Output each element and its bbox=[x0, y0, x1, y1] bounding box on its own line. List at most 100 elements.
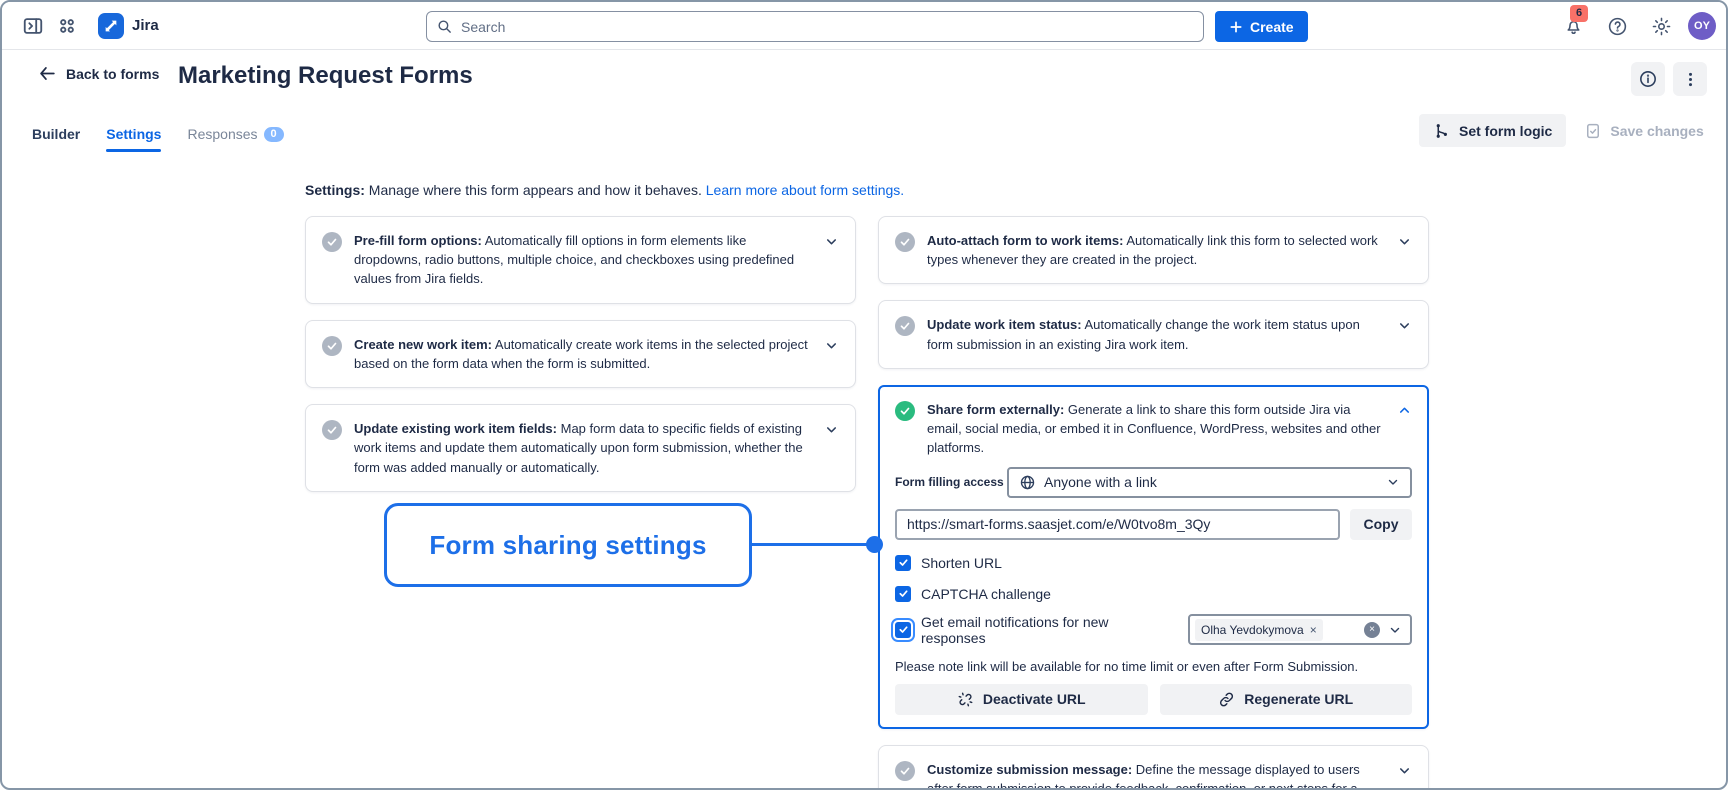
back-to-forms-link[interactable]: Back to forms bbox=[38, 64, 159, 83]
share-url-row: Copy bbox=[895, 509, 1412, 540]
chevron-down-icon[interactable] bbox=[1397, 318, 1412, 333]
card-create-new-work-item[interactable]: Create new work item: Automatically crea… bbox=[305, 320, 856, 388]
settings-intro-lead: Settings: bbox=[305, 182, 365, 198]
plus-icon bbox=[1229, 20, 1243, 34]
tab-builder[interactable]: Builder bbox=[32, 126, 80, 152]
email-notifications-checkbox[interactable] bbox=[895, 622, 911, 638]
more-options-button[interactable] bbox=[1673, 62, 1707, 96]
kebab-menu-icon bbox=[1681, 70, 1700, 89]
back-to-forms-label: Back to forms bbox=[66, 66, 159, 82]
settings-column-right: Auto-attach form to work items: Automati… bbox=[878, 216, 1429, 790]
deactivate-url-button[interactable]: Deactivate URL bbox=[895, 684, 1148, 715]
card-title: Create new work item: bbox=[354, 337, 492, 352]
settings-column-left: Pre-fill form options: Automatically fil… bbox=[305, 216, 856, 492]
sidebar-expand-icon bbox=[22, 15, 44, 37]
chevron-down-icon[interactable] bbox=[824, 234, 839, 249]
topbar-right: 6 OY bbox=[1556, 2, 1716, 50]
chevron-up-icon[interactable] bbox=[1397, 403, 1412, 418]
card-title: Update existing work item fields: bbox=[354, 421, 557, 436]
check-circle-icon bbox=[895, 316, 915, 336]
captcha-checkbox[interactable] bbox=[895, 586, 911, 602]
create-button[interactable]: Create bbox=[1215, 11, 1308, 42]
chevron-down-icon bbox=[1386, 475, 1400, 489]
access-selected-value: Anyone with a link bbox=[1044, 474, 1378, 490]
info-icon bbox=[1638, 69, 1658, 89]
copy-url-button[interactable]: Copy bbox=[1350, 509, 1412, 540]
sidebar-toggle-button[interactable] bbox=[16, 9, 50, 43]
form-toolbar: Set form logic Save changes bbox=[1419, 114, 1704, 147]
settings-button[interactable] bbox=[1644, 9, 1678, 43]
set-form-logic-label: Set form logic bbox=[1459, 123, 1552, 139]
card-auto-attach-form[interactable]: Auto-attach form to work items: Automati… bbox=[878, 216, 1429, 284]
globe-icon bbox=[1019, 474, 1036, 491]
app-switcher-button[interactable] bbox=[50, 9, 84, 43]
deactivate-url-label: Deactivate URL bbox=[983, 691, 1086, 707]
save-changes-button[interactable]: Save changes bbox=[1584, 114, 1703, 147]
help-icon bbox=[1607, 16, 1628, 37]
tab-builder-label: Builder bbox=[32, 126, 80, 142]
avatar[interactable]: OY bbox=[1688, 12, 1716, 40]
tab-settings-label: Settings bbox=[106, 126, 161, 142]
annotation-callout: Form sharing settings bbox=[384, 503, 752, 587]
branch-logic-icon bbox=[1433, 122, 1451, 140]
global-search bbox=[426, 11, 1204, 42]
shorten-url-checkbox[interactable] bbox=[895, 555, 911, 571]
link-availability-note: Please note link will be available for n… bbox=[895, 659, 1412, 674]
annotation-connector-dot bbox=[866, 536, 883, 553]
card-prefill-form-options[interactable]: Pre-fill form options: Automatically fil… bbox=[305, 216, 856, 304]
share-url-actions: Deactivate URL Regenerate URL bbox=[895, 684, 1412, 715]
card-customize-submission-message[interactable]: Customize submission message: Define the… bbox=[878, 745, 1429, 790]
remove-tag-icon[interactable]: × bbox=[1310, 624, 1317, 636]
annotation-label: Form sharing settings bbox=[429, 530, 706, 561]
regenerate-url-label: Regenerate URL bbox=[1244, 691, 1353, 707]
card-share-form-externally: Share form externally: Generate a link t… bbox=[878, 385, 1429, 729]
app-logo[interactable]: Jira bbox=[98, 13, 159, 39]
regenerate-url-button[interactable]: Regenerate URL bbox=[1160, 684, 1413, 715]
jira-logo-icon bbox=[98, 13, 124, 39]
search-input[interactable] bbox=[426, 11, 1204, 42]
check-circle-icon bbox=[322, 232, 342, 252]
app-name: Jira bbox=[132, 17, 159, 34]
card-title: Update work item status: bbox=[927, 317, 1082, 332]
check-circle-icon bbox=[895, 232, 915, 252]
form-filling-access-label: Form filling access bbox=[895, 475, 1007, 489]
tab-responses[interactable]: Responses 0 bbox=[187, 126, 283, 152]
share-url-input[interactable] bbox=[895, 509, 1340, 540]
save-document-icon bbox=[1584, 122, 1602, 140]
app-grid-icon bbox=[57, 16, 77, 36]
card-update-existing-work-item-fields[interactable]: Update existing work item fields: Map fo… bbox=[305, 404, 856, 492]
info-button[interactable] bbox=[1631, 62, 1665, 96]
link-icon bbox=[1218, 691, 1235, 708]
card-title: Customize submission message: bbox=[927, 762, 1132, 777]
shorten-url-label: Shorten URL bbox=[921, 555, 1002, 571]
help-button[interactable] bbox=[1600, 9, 1634, 43]
broken-link-icon bbox=[957, 691, 974, 708]
notifications-button[interactable]: 6 bbox=[1556, 9, 1590, 43]
chevron-down-icon[interactable] bbox=[1397, 763, 1412, 778]
clear-all-icon[interactable]: × bbox=[1364, 622, 1380, 638]
recipient-tag: Olha Yevdokymova × bbox=[1195, 619, 1323, 641]
app-window: Jira Create 6 bbox=[0, 0, 1728, 790]
header-actions bbox=[1631, 62, 1707, 96]
chevron-down-icon[interactable] bbox=[824, 422, 839, 437]
form-filling-access-select[interactable]: Anyone with a link bbox=[1007, 467, 1412, 498]
chevron-down-icon[interactable] bbox=[824, 338, 839, 353]
save-changes-label: Save changes bbox=[1610, 123, 1703, 139]
captcha-option: CAPTCHA challenge bbox=[895, 586, 1412, 602]
chevron-down-icon[interactable] bbox=[1397, 234, 1412, 249]
settings-intro-text: Manage where this form appears and how i… bbox=[369, 182, 702, 198]
page-title: Marketing Request Forms bbox=[178, 62, 473, 90]
set-form-logic-button[interactable]: Set form logic bbox=[1419, 114, 1566, 147]
check-circle-icon bbox=[322, 336, 342, 356]
card-title: Auto-attach form to work items: bbox=[927, 233, 1123, 248]
responses-count-badge: 0 bbox=[264, 127, 284, 142]
check-circle-green-icon bbox=[895, 401, 915, 421]
tab-responses-label: Responses bbox=[187, 126, 257, 142]
notification-recipients-select[interactable]: Olha Yevdokymova × × bbox=[1188, 614, 1412, 645]
annotation-connector-line bbox=[751, 543, 875, 546]
card-update-work-item-status[interactable]: Update work item status: Automatically c… bbox=[878, 300, 1429, 368]
email-notifications-option: Get email notifications for new response… bbox=[895, 614, 1412, 646]
tab-settings[interactable]: Settings bbox=[106, 126, 161, 152]
learn-more-link[interactable]: Learn more about form settings. bbox=[706, 182, 904, 198]
form-filling-access-row: Form filling access Anyone with a link bbox=[895, 467, 1412, 498]
